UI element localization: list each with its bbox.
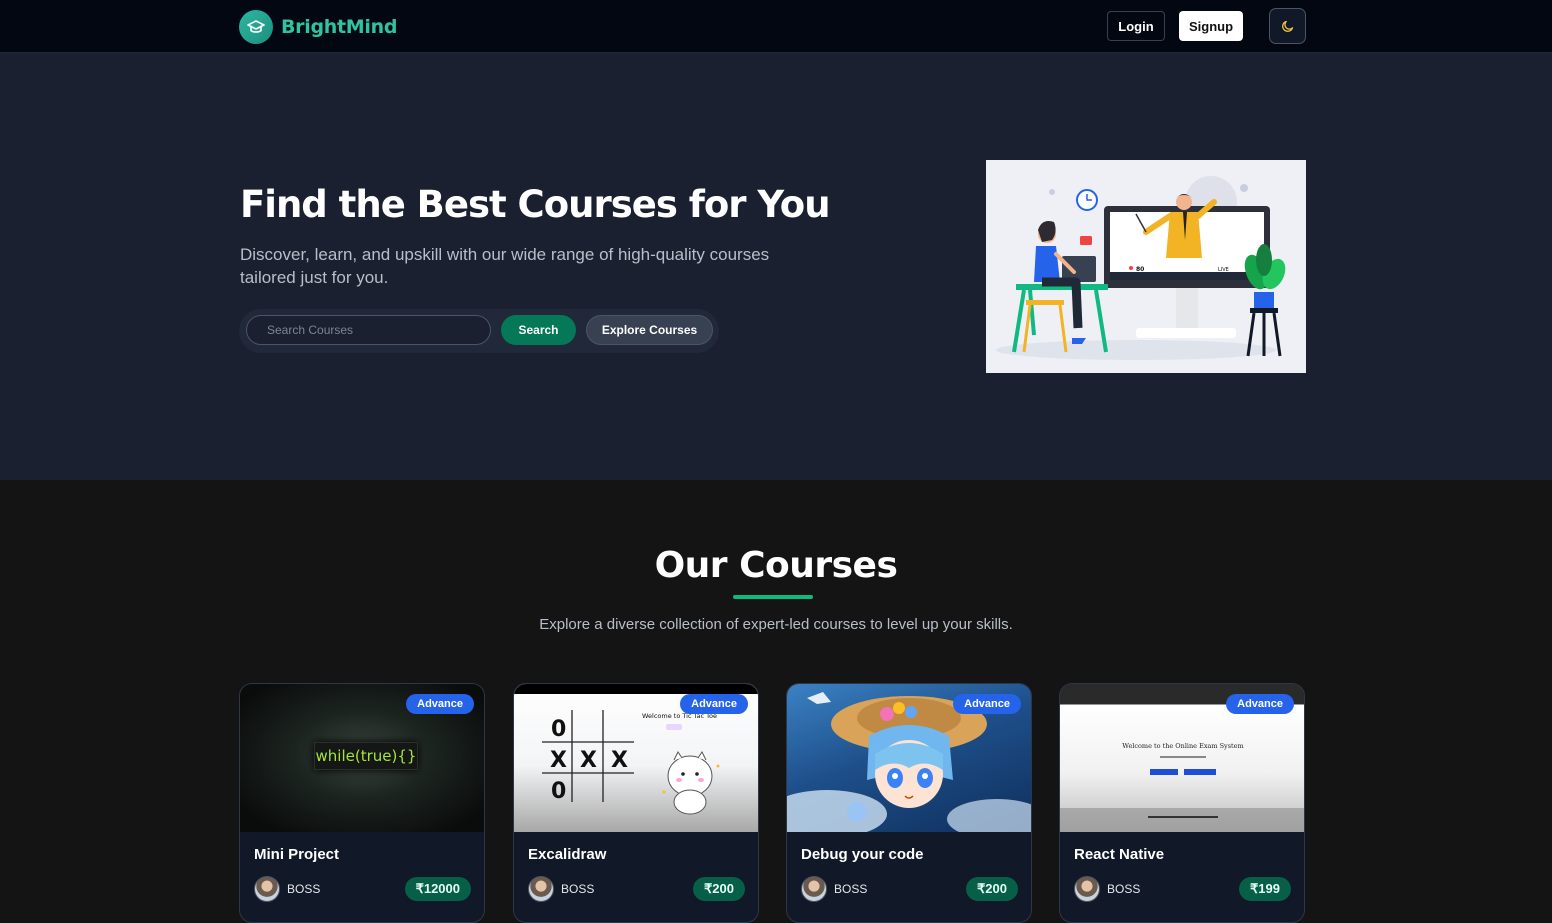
hero-title: Find the Best Courses for You xyxy=(240,183,831,226)
hero-illustration: 80 LIVE xyxy=(986,160,1306,373)
title-underline xyxy=(733,595,813,599)
course-card[interactable]: Advance Debug your code BOSS ₹200 xyxy=(786,683,1032,923)
svg-text:0: 0 xyxy=(551,779,566,804)
level-badge: Advance xyxy=(953,694,1021,714)
price-tag: ₹199 xyxy=(1239,877,1291,901)
level-badge: Advance xyxy=(1226,694,1294,714)
course-title: Debug your code xyxy=(801,846,924,863)
theme-toggle-button[interactable] xyxy=(1269,8,1306,44)
hero-subtitle: Discover, learn, and upskill with our wi… xyxy=(240,245,770,287)
level-badge: Advance xyxy=(406,694,474,714)
level-badge: Advance xyxy=(680,694,748,714)
search-input[interactable] xyxy=(246,315,491,345)
avatar xyxy=(1074,876,1100,902)
avatar xyxy=(254,876,280,902)
courses-subtitle: Explore a diverse collection of expert-l… xyxy=(539,616,1013,633)
author-name: BOSS xyxy=(834,882,868,896)
avatar xyxy=(801,876,827,902)
login-button[interactable]: Login xyxy=(1107,11,1165,41)
brand-name: BrightMind xyxy=(281,16,398,38)
svg-text:X: X xyxy=(580,748,597,773)
thumbnail-exam-title: Welcome to the Online Exam System xyxy=(1122,742,1243,750)
graduation-cap-icon xyxy=(239,10,273,44)
signup-button[interactable]: Signup xyxy=(1179,11,1243,41)
course-card[interactable]: while(true){} Advance Mini Project BOSS … xyxy=(239,683,485,923)
navbar: BrightMind Login Signup xyxy=(0,0,1552,53)
author-name: BOSS xyxy=(561,882,595,896)
thumbnail-code-text: while(true){} xyxy=(315,747,417,765)
courses-title: Our Courses xyxy=(654,545,898,586)
avatar xyxy=(528,876,554,902)
author-name: BOSS xyxy=(287,882,321,896)
search-bar: Search Explore Courses xyxy=(239,309,719,353)
moon-icon xyxy=(1281,20,1293,32)
svg-text:X: X xyxy=(550,748,567,773)
course-title: Mini Project xyxy=(254,846,340,863)
svg-text:X: X xyxy=(611,748,628,773)
course-card[interactable]: Welcome to the Online Exam System Advanc… xyxy=(1059,683,1305,923)
hero-section: Find the Best Courses for You Discover, … xyxy=(0,53,1552,480)
screen-stat: 80 xyxy=(1136,266,1144,273)
author-name: BOSS xyxy=(1107,882,1141,896)
explore-courses-button[interactable]: Explore Courses xyxy=(586,315,713,345)
search-button[interactable]: Search xyxy=(501,315,576,345)
svg-text:0: 0 xyxy=(551,717,566,742)
live-label: LIVE xyxy=(1218,267,1229,273)
course-card[interactable]: 0 X X X 0 Welcome to Tic Tac Toe Advance… xyxy=(513,683,759,923)
brand-link[interactable]: BrightMind xyxy=(239,10,397,44)
price-tag: ₹200 xyxy=(693,877,745,901)
course-title: Excalidraw xyxy=(528,846,607,863)
price-tag: ₹200 xyxy=(966,877,1018,901)
course-title: React Native xyxy=(1074,846,1165,863)
price-tag: ₹12000 xyxy=(404,877,471,901)
